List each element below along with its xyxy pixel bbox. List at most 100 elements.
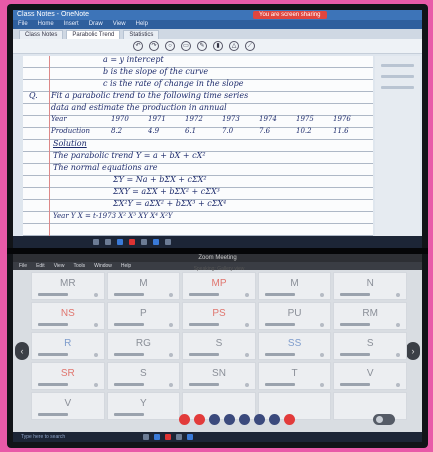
participant-tile[interactable]: N <box>333 272 407 300</box>
highlighter-icon[interactable]: ▮ <box>213 41 223 51</box>
participant-tile[interactable]: R <box>31 332 105 360</box>
view-toggle[interactable] <box>373 414 395 425</box>
prev-page-button[interactable]: ‹ <box>15 342 29 360</box>
app-icon[interactable] <box>165 239 171 245</box>
video-button[interactable] <box>194 414 205 425</box>
recording-icon[interactable] <box>165 434 171 440</box>
eraser-icon[interactable]: ▭ <box>181 41 191 51</box>
menu-insert[interactable]: Insert <box>64 20 79 29</box>
search-icon[interactable] <box>105 239 111 245</box>
folder-icon[interactable] <box>176 434 182 440</box>
mic-muted-icon <box>244 353 249 357</box>
start-icon[interactable] <box>93 239 99 245</box>
participant-tile[interactable]: MR <box>31 272 105 300</box>
mic-muted-icon <box>395 293 400 297</box>
participant-tile[interactable]: S <box>106 362 181 390</box>
notebook-page[interactable]: a = y intercept b is the slope of the cu… <box>23 55 373 242</box>
redo-icon[interactable]: ↷ <box>149 41 159 51</box>
participant-tile[interactable]: Y <box>106 392 181 420</box>
production-label: Production <box>51 127 90 135</box>
chat-button[interactable] <box>239 414 250 425</box>
normal-equation-3: ΣX²Y = aΣX² + bΣX³ + cΣX⁴ <box>113 199 227 208</box>
participant-tile[interactable]: NS <box>31 302 105 330</box>
tab-class-notes[interactable]: Class Notes <box>19 30 64 39</box>
solution-line-1: The parabolic trend Y = a + bX + cX² <box>53 151 206 160</box>
ruler-icon[interactable]: ⟋ <box>245 41 255 51</box>
menu-draw[interactable]: Draw <box>89 20 103 29</box>
participant-tile[interactable]: M <box>257 272 332 300</box>
folder-icon[interactable] <box>141 239 147 245</box>
tab-parabolic-trend[interactable]: Parabolic Trend <box>66 30 121 39</box>
menu-view[interactable]: View <box>113 20 126 29</box>
mic-muted-icon <box>320 323 325 327</box>
meeting-menu-help[interactable]: Help <box>121 262 131 270</box>
mic-muted-icon <box>169 353 174 357</box>
normal-equation-1: ΣY = Na + bΣX + cΣX² <box>113 175 207 184</box>
participant-tile[interactable]: RM <box>333 302 407 330</box>
participant-tile[interactable]: S <box>182 332 256 360</box>
meeting-menu-edit[interactable]: Edit <box>36 262 45 270</box>
onenote-icon[interactable] <box>153 239 159 245</box>
participant-tile[interactable]: PU <box>257 302 332 330</box>
participant-tile[interactable]: M <box>106 272 181 300</box>
mic-muted-icon <box>320 293 325 297</box>
taskbar-search[interactable]: Type here to search <box>21 434 65 440</box>
participant-initials: P <box>140 308 147 319</box>
menu-file[interactable]: File <box>18 20 28 29</box>
year-cell: 1970 <box>111 115 129 123</box>
participant-name <box>38 293 68 296</box>
participant-tile[interactable]: T <box>257 362 332 390</box>
share-screen-button[interactable] <box>209 414 220 425</box>
recording-icon[interactable] <box>129 239 135 245</box>
participant-name <box>38 353 68 356</box>
next-page-button[interactable]: › <box>406 342 420 360</box>
meeting-menu-view[interactable]: View <box>54 262 65 270</box>
question-label: Q. <box>29 91 38 100</box>
participant-tile[interactable]: S <box>333 332 407 360</box>
participant-tile[interactable]: V <box>31 392 105 420</box>
participant-tile[interactable]: SN <box>182 362 256 390</box>
participant-tile[interactable]: V <box>333 362 407 390</box>
participant-initials: S <box>140 368 147 379</box>
normal-equation-2: ΣXY = aΣX + bΣX² + cΣX³ <box>113 187 220 196</box>
participant-tile[interactable]: RG <box>106 332 181 360</box>
side-panel <box>375 56 420 242</box>
window-title: Class Notes - OneNote <box>17 11 89 18</box>
participant-tile[interactable]: SS <box>257 332 332 360</box>
production-cell: 8.2 <box>111 127 123 135</box>
participant-tile[interactable] <box>333 392 407 420</box>
browser-icon[interactable] <box>154 434 160 440</box>
meeting-menu-window[interactable]: Window <box>94 262 112 270</box>
note-line-1: a = y intercept <box>103 55 164 64</box>
participant-initials: V <box>366 368 374 379</box>
notebook-titlebar: Class Notes - OneNote You are screen sha… <box>13 10 422 20</box>
undo-icon[interactable]: ↶ <box>133 41 143 51</box>
start-icon[interactable] <box>143 434 149 440</box>
mic-muted-icon <box>320 383 325 387</box>
sharing-badge[interactable]: You are screen sharing <box>253 11 327 19</box>
end-call-button[interactable] <box>284 414 295 425</box>
participant-tile[interactable]: SR <box>31 362 105 390</box>
shapes-icon[interactable]: △ <box>229 41 239 51</box>
tab-statistics[interactable]: Statistics <box>123 30 160 39</box>
reactions-button[interactable] <box>269 414 280 425</box>
participant-tile[interactable]: Speaking: Gallery view MP <box>182 266 256 300</box>
menu-home[interactable]: Home <box>38 20 54 29</box>
pen-icon[interactable]: ✎ <box>197 41 207 51</box>
note-line-2: b is the slope of the curve <box>103 67 209 76</box>
participant-tile[interactable]: PS <box>182 302 256 330</box>
mic-muted-icon <box>169 293 174 297</box>
lasso-icon[interactable]: ○ <box>165 41 175 51</box>
browser-icon[interactable] <box>117 239 123 245</box>
record-button[interactable] <box>254 414 265 425</box>
meeting-menu-tools[interactable]: Tools <box>73 262 85 270</box>
participants-button[interactable] <box>224 414 235 425</box>
meeting-menu-file[interactable]: File <box>19 262 27 270</box>
menu-help[interactable]: Help <box>136 20 148 29</box>
production-cell: 6.1 <box>185 127 197 135</box>
zoom-icon[interactable] <box>187 434 193 440</box>
mute-button[interactable] <box>179 414 190 425</box>
participant-name <box>340 293 371 296</box>
participant-name <box>340 383 371 386</box>
participant-tile[interactable]: P <box>106 302 181 330</box>
